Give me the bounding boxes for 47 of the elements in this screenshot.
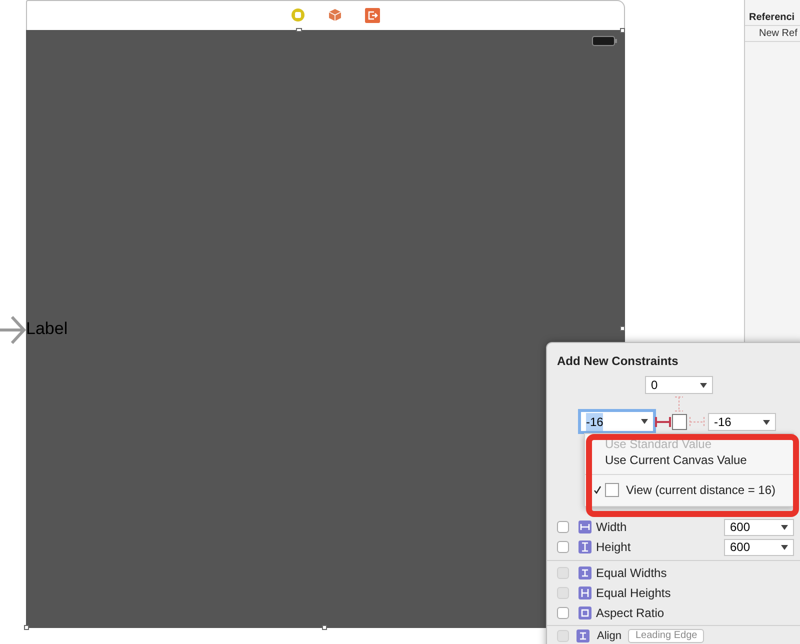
left-spacing-field[interactable]: -16 <box>581 412 653 431</box>
constraint-icon <box>578 520 592 534</box>
checkbox[interactable] <box>557 541 569 553</box>
selection-handle[interactable] <box>296 28 302 32</box>
constraint-icon <box>578 566 592 580</box>
menu-item[interactable]: View (current distance = 16) <box>594 481 776 499</box>
popover-title: Add New Constraints <box>557 353 678 370</box>
view-swatch-icon <box>605 483 619 497</box>
selection-handle[interactable] <box>620 28 625 33</box>
constraint-icon <box>578 606 592 620</box>
size-field[interactable]: 600 <box>724 538 794 556</box>
view-square-icon <box>672 414 687 430</box>
checkbox[interactable] <box>557 607 569 619</box>
selection-handle[interactable] <box>322 625 327 630</box>
selection-handle[interactable] <box>620 326 625 331</box>
menu-item[interactable]: Use Current Canvas Value <box>605 452 747 468</box>
trailing-strut-icon <box>689 416 705 428</box>
caret-icon <box>700 382 707 388</box>
constraint-label: Height <box>596 539 632 556</box>
caret-icon <box>641 419 648 424</box>
constraint-icon <box>578 586 592 600</box>
exit-icon[interactable] <box>365 8 380 23</box>
battery-icon <box>592 36 617 46</box>
constraint-label: Align <box>597 630 622 642</box>
list-item[interactable]: New Ref <box>759 26 798 41</box>
caret-icon <box>763 420 770 424</box>
constraint-label: Aspect Ratio <box>596 605 664 622</box>
selection-handle[interactable] <box>24 625 29 630</box>
checkmark-icon <box>594 486 601 494</box>
menu-item: Use Standard Value <box>605 436 712 452</box>
constraint-label: Equal Heights <box>596 585 671 602</box>
cube-icon[interactable] <box>328 8 342 22</box>
section-header: Referenci <box>749 11 795 25</box>
checkbox[interactable] <box>557 521 569 533</box>
entry-arrow-icon <box>0 315 26 345</box>
constraint-icon <box>576 629 590 643</box>
caret-icon <box>781 524 788 530</box>
size-field[interactable]: 600 <box>724 518 794 536</box>
right-spacing-field[interactable]: -16 <box>708 413 776 431</box>
constraint-label: Equal Widths <box>596 565 667 582</box>
top-strut-icon <box>674 396 684 412</box>
caret-icon <box>781 544 788 550</box>
view-controller-icon[interactable] <box>291 8 305 22</box>
constraint-icon <box>578 540 592 554</box>
leading-strut-icon <box>655 416 671 428</box>
top-spacing-field[interactable]: 0 <box>645 376 713 394</box>
constraint-label: Width <box>596 519 628 536</box>
